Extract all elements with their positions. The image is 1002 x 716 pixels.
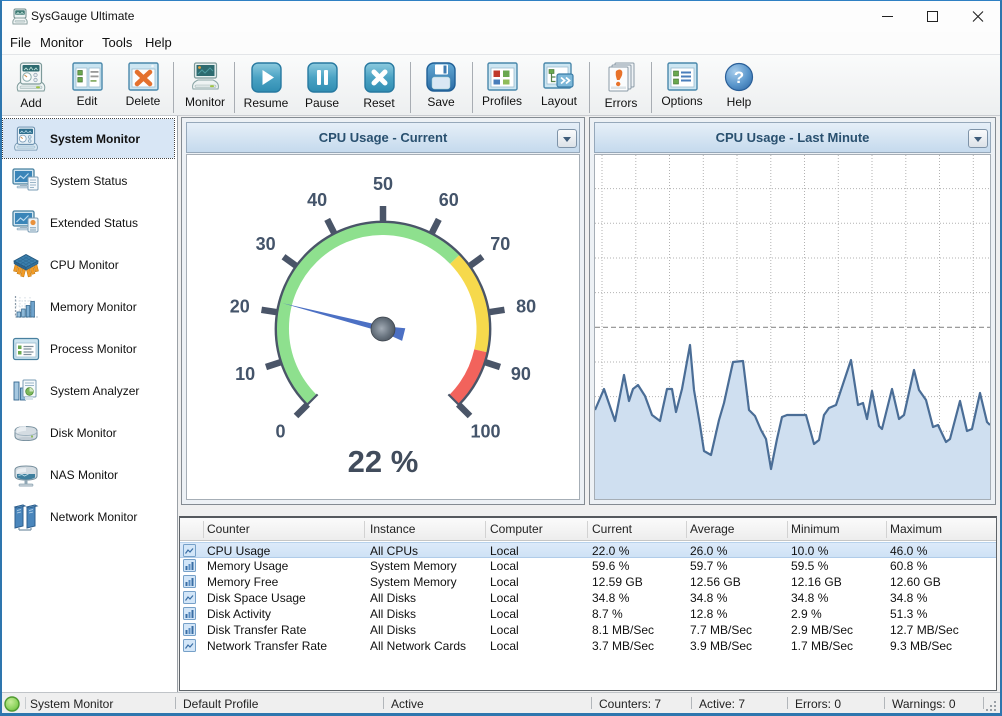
svg-text:10: 10 — [235, 364, 255, 384]
svg-text:40: 40 — [307, 190, 327, 210]
svg-text:60: 60 — [439, 190, 459, 210]
svg-text:80: 80 — [516, 296, 536, 316]
svg-text:50: 50 — [373, 174, 393, 194]
svg-text:100: 100 — [470, 422, 500, 442]
svg-text:0: 0 — [275, 422, 285, 442]
svg-text:90: 90 — [511, 364, 531, 384]
svg-text:70: 70 — [490, 234, 510, 254]
svg-text:22 %: 22 % — [348, 444, 419, 479]
svg-text:?: ? — [734, 68, 744, 87]
svg-text:30: 30 — [256, 234, 276, 254]
svg-text:20: 20 — [230, 296, 250, 316]
